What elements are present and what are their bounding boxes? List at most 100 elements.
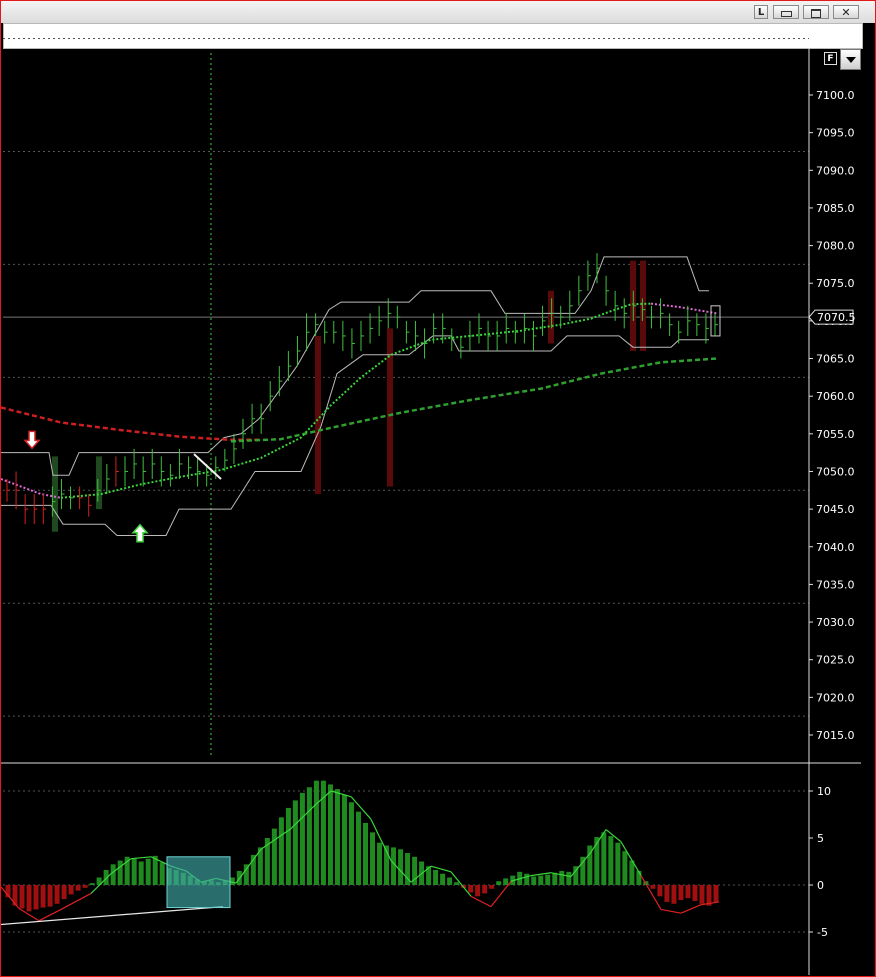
price-bar <box>178 448 183 479</box>
histogram-bar <box>377 842 383 885</box>
histogram-bar <box>313 780 319 885</box>
price-tick-label: 7085.0 <box>816 202 855 215</box>
price-bar <box>623 298 628 329</box>
signal-line-segment <box>660 908 682 914</box>
price-tick-label: 7055.0 <box>816 428 855 441</box>
channel-lower <box>1 335 709 536</box>
long-moving-average <box>230 357 718 443</box>
histogram-bar <box>54 885 60 904</box>
price-bar <box>532 320 537 351</box>
histogram-bar <box>278 817 284 885</box>
histogram-bar <box>601 832 607 885</box>
price-bar <box>469 320 473 351</box>
price-bar <box>351 328 355 359</box>
volume-shade <box>387 328 393 487</box>
histogram-bar <box>650 885 656 889</box>
osc-tick-label: 10 <box>817 785 831 798</box>
volume-shade <box>315 335 321 495</box>
signal-line-segment <box>350 796 372 820</box>
histogram-bar <box>622 851 628 885</box>
histogram-bar <box>292 800 298 885</box>
price-bar <box>523 313 528 344</box>
chart-menu-dropdown[interactable] <box>840 49 861 70</box>
signal-line-segment <box>680 904 702 914</box>
signal-line-segment <box>130 856 152 860</box>
price-bar <box>342 320 346 351</box>
price-tick-label: 7015.0 <box>816 729 855 742</box>
price-bar <box>151 448 156 479</box>
histogram-bar <box>299 792 305 885</box>
price-bar <box>24 494 29 525</box>
chart-flag[interactable]: F <box>824 52 837 65</box>
histogram-bar <box>475 885 481 897</box>
price-bar <box>614 290 619 321</box>
price-bar <box>460 335 464 359</box>
price-bar <box>542 305 546 336</box>
histogram-bar <box>110 864 116 885</box>
histogram-bar <box>545 874 551 885</box>
histogram-bar <box>47 885 53 907</box>
histogram-bar <box>12 885 18 906</box>
price-bar <box>687 305 691 336</box>
price-axis: 7100.0 7095.0 7090.0 7085.0 7080.0 7075.0 7070… <box>808 89 856 742</box>
current-price-label: 7070.5 <box>817 311 856 324</box>
histogram-bar <box>678 885 684 901</box>
price-tick-label: 7065.0 <box>816 353 855 366</box>
histogram-bar <box>306 787 312 885</box>
price-bar <box>242 418 246 449</box>
price-bar <box>124 456 128 487</box>
highlight-box <box>166 856 231 909</box>
sell-signal-arrow <box>23 430 41 450</box>
histogram-bar <box>608 836 614 885</box>
price-bar <box>560 305 564 329</box>
price-bar <box>424 328 428 359</box>
price-bar <box>106 463 110 495</box>
histogram-bar <box>615 842 621 885</box>
price-bar <box>160 456 165 487</box>
volume-shades <box>52 260 646 532</box>
price-bar <box>569 290 573 321</box>
price-tick-label: 7030.0 <box>816 616 855 629</box>
price-bar <box>324 320 328 344</box>
moving-averages <box>1 302 718 499</box>
price-bar <box>660 298 664 329</box>
histogram-bar <box>89 883 95 885</box>
price-bar <box>60 479 65 510</box>
price-bar <box>260 403 265 434</box>
histogram-bar <box>82 885 88 888</box>
histogram-bar <box>699 885 705 904</box>
oscillator-axis: 10 5 0 -5 <box>809 785 831 939</box>
price-bar <box>115 456 119 487</box>
histogram-bar <box>61 885 67 900</box>
grid <box>1 38 861 975</box>
price-bar <box>605 275 610 306</box>
price-bar <box>133 448 138 479</box>
volume-shade <box>96 456 102 510</box>
histogram-bar <box>440 873 446 885</box>
price-tick-label: 7035.0 <box>816 578 855 591</box>
price-bar <box>88 494 92 517</box>
histogram-bar <box>671 885 677 904</box>
price-bar <box>705 313 709 344</box>
price-bar <box>269 381 274 412</box>
price-bar <box>169 463 174 487</box>
price-bar <box>487 320 492 351</box>
histogram-bar <box>334 789 340 885</box>
price-bar <box>79 486 83 510</box>
chart-canvas[interactable]: 7100.0 7095.0 7090.0 7085.0 7080.0 7075.0 7070… <box>1 1 875 976</box>
histogram-bar <box>685 885 691 899</box>
histogram-bar <box>159 862 165 885</box>
price-bar <box>278 366 283 397</box>
histogram-bar <box>496 881 502 885</box>
price-bar <box>396 305 401 329</box>
price-bar <box>33 494 38 525</box>
volume-shade <box>548 290 554 344</box>
histogram-bar <box>271 828 277 885</box>
price-bar <box>142 456 147 487</box>
histogram-bar <box>370 832 376 885</box>
price-bar <box>233 433 237 464</box>
histogram-bar <box>524 873 530 885</box>
price-tick-label: 7060.0 <box>816 390 855 403</box>
price-bar <box>414 320 419 351</box>
price-bar <box>451 328 455 351</box>
